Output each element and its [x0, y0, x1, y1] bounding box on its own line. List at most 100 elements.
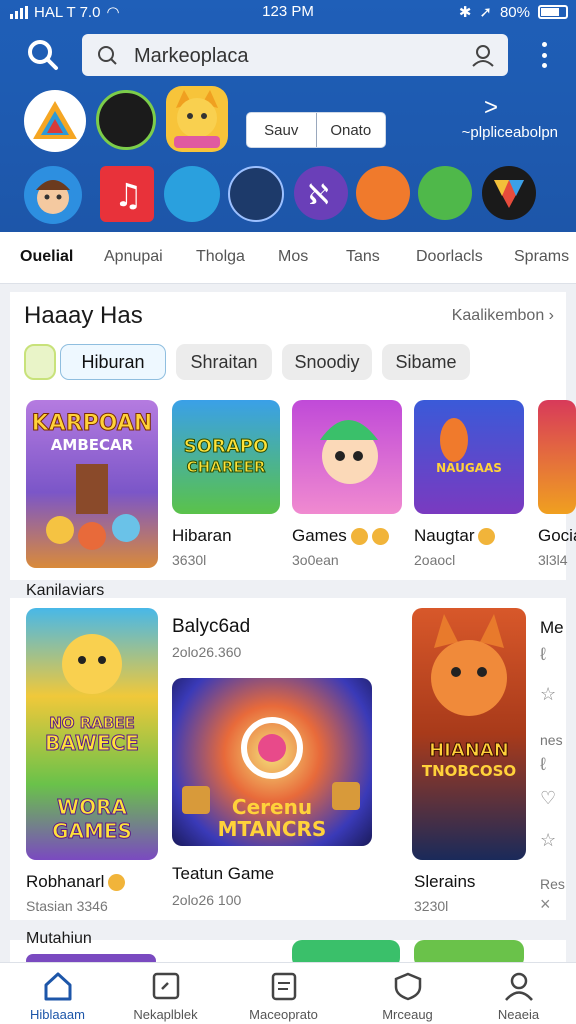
orange-app-icon[interactable]: [356, 166, 410, 220]
thumb-subtitle: AMBECAR: [51, 436, 134, 454]
game-name: Games: [292, 526, 389, 546]
tab-apnupai[interactable]: Apnupai: [104, 248, 163, 266]
more-menu-icon[interactable]: [540, 42, 548, 68]
thumb-word: WORA: [57, 795, 127, 819]
status-bar: HAL T 7.0 ◠ 123 PM ✱ ➚ 80%: [0, 0, 576, 24]
game-name: Teatun Game: [172, 864, 275, 883]
dark-app-icon[interactable]: [96, 90, 156, 150]
category-tabs: Ouelial Apnupai Tholga Mos Tans Doorlacl…: [0, 232, 576, 284]
tab-tans[interactable]: Tans: [346, 248, 380, 266]
triangle-app-icon[interactable]: [24, 90, 86, 152]
nav-shield[interactable]: Mrceaug: [350, 963, 465, 1024]
thumb-subtitle: MTANCRS: [218, 817, 327, 841]
blue-app-icon[interactable]: [164, 166, 220, 222]
thumb-subtitle: CHAREER: [187, 458, 266, 476]
star-icon[interactable]: ☆: [540, 684, 556, 705]
tab-ouelial[interactable]: Ouelial: [20, 248, 73, 266]
game-thumbnail[interactable]: [292, 400, 402, 514]
green-app-icon[interactable]: [418, 166, 472, 220]
game-thumbnail[interactable]: NAUGAAS: [414, 400, 524, 514]
app-link-label: ~plpliceabolpn: [461, 124, 558, 141]
heart-icon[interactable]: ♡: [540, 788, 556, 809]
home-icon: [42, 971, 74, 1001]
stream-app-icon[interactable]: [228, 166, 284, 222]
cat-app-icon[interactable]: [166, 86, 228, 152]
colorful-app-icon[interactable]: [482, 166, 536, 220]
game-meta: 2olo26 100: [172, 892, 242, 908]
battery-icon: [538, 5, 568, 19]
x-app-icon[interactable]: ℵ: [294, 166, 348, 220]
thumb-title: KARPOAN: [32, 411, 153, 436]
game-thumbnail[interactable]: HIANAN TNOBCOSO: [412, 608, 526, 860]
thumb-title: SORAPO: [184, 436, 269, 457]
game-name: Gocia: [538, 526, 576, 545]
game-name: Balyc6ad: [172, 616, 251, 637]
chip-shraitan[interactable]: Shraitan: [176, 344, 272, 380]
search-bar[interactable]: Markeoplaca: [82, 34, 508, 76]
side-item-label: Res: [540, 876, 565, 892]
avatar-app-icon[interactable]: [24, 166, 82, 224]
tab-tholga[interactable]: Tholga: [196, 248, 245, 266]
game-name-label: Games: [292, 526, 347, 545]
section-title: Mutahiun: [26, 930, 92, 947]
coin-badge-icon: [478, 528, 496, 546]
thumb-title: NAUGAAS: [436, 461, 502, 475]
star-icon[interactable]: ☆: [540, 830, 556, 851]
game-meta: 3l3l4: [538, 552, 568, 568]
edit-icon[interactable]: ℓ: [540, 644, 546, 665]
game-meta: 3o0ean: [292, 552, 339, 568]
segment-right-button[interactable]: Onato: [315, 113, 386, 147]
search-field-icon: [96, 44, 118, 71]
game-thumbnail[interactable]: SORAPO CHAREER: [172, 400, 280, 514]
thumb-subtitle: BAWECE: [45, 731, 139, 755]
thumb-title: Cerenu: [232, 795, 312, 819]
filter-icon[interactable]: [24, 344, 56, 380]
search-input[interactable]: Markeoplaca: [134, 45, 249, 68]
svg-text:ℵ: ℵ: [308, 178, 329, 211]
tab-sprams[interactable]: Sprams: [514, 248, 569, 266]
nav-marketplace-label: Nekaplblek: [133, 1007, 198, 1022]
coin-badge-icon: [108, 874, 126, 892]
thumb-title: HIANAN: [429, 740, 509, 761]
game-thumbnail[interactable]: Cerenu MTANCRS: [172, 678, 372, 846]
search-icon[interactable]: [24, 36, 62, 74]
game-meta: 2oaocl: [414, 552, 456, 568]
side-item-label: Me: [540, 618, 564, 637]
game-name-label: Naugtar: [414, 526, 475, 545]
bluetooth-icon: ✱: [458, 4, 472, 21]
game-name-label: Robhanarl: [26, 872, 105, 891]
music-app-icon[interactable]: ♫: [100, 166, 154, 222]
nav-home[interactable]: Hiblaaam: [0, 963, 115, 1024]
game-thumbnail[interactable]: [538, 400, 576, 514]
segment-left-button[interactable]: Sauv: [247, 113, 316, 147]
document-icon: [268, 971, 300, 1001]
nav-profile[interactable]: Neaeia: [461, 963, 576, 1024]
check-box-icon: [150, 971, 182, 1001]
location-icon: ➚: [479, 4, 492, 21]
nav-shield-label: Mrceaug: [382, 1007, 433, 1022]
see-all-link[interactable]: Kaalikembon ›: [452, 307, 554, 325]
chevron-right-icon: ›: [548, 307, 554, 324]
nav-library[interactable]: Maceoprato: [226, 963, 341, 1024]
chip-snoodiy[interactable]: Snoodiy: [282, 344, 372, 380]
tab-mos[interactable]: Mos: [278, 248, 308, 266]
thumb-subtitle: TNOBCOSO: [422, 762, 516, 780]
profile-icon: [503, 971, 535, 1001]
chip-hiburan[interactable]: Hiburan: [60, 344, 166, 380]
thumb-word: GAMES: [52, 819, 132, 843]
game-thumbnail[interactable]: NO RABEE BAWECE WORA GAMES: [26, 608, 158, 860]
game-thumbnail[interactable]: KARPOAN AMBECAR: [26, 400, 158, 568]
tab-doorlacls[interactable]: Doorlacls: [416, 248, 483, 266]
close-icon[interactable]: ×: [540, 894, 551, 915]
profile-search-icon[interactable]: [470, 42, 496, 73]
section-title: Haaay Has: [24, 302, 143, 329]
nav-marketplace[interactable]: Nekaplblek: [108, 963, 223, 1024]
side-item-label: nes: [540, 732, 563, 748]
edit-icon[interactable]: ℓ: [540, 754, 546, 775]
game-name: Hibaran: [172, 526, 232, 545]
game-meta: 2olo26.360: [172, 644, 242, 660]
chip-sibame[interactable]: Sibame: [382, 344, 470, 380]
nav-profile-label: Neaeia: [497, 1007, 540, 1022]
chevron-right-icon: >: [483, 94, 498, 121]
coin-badge-icon: [371, 528, 389, 546]
